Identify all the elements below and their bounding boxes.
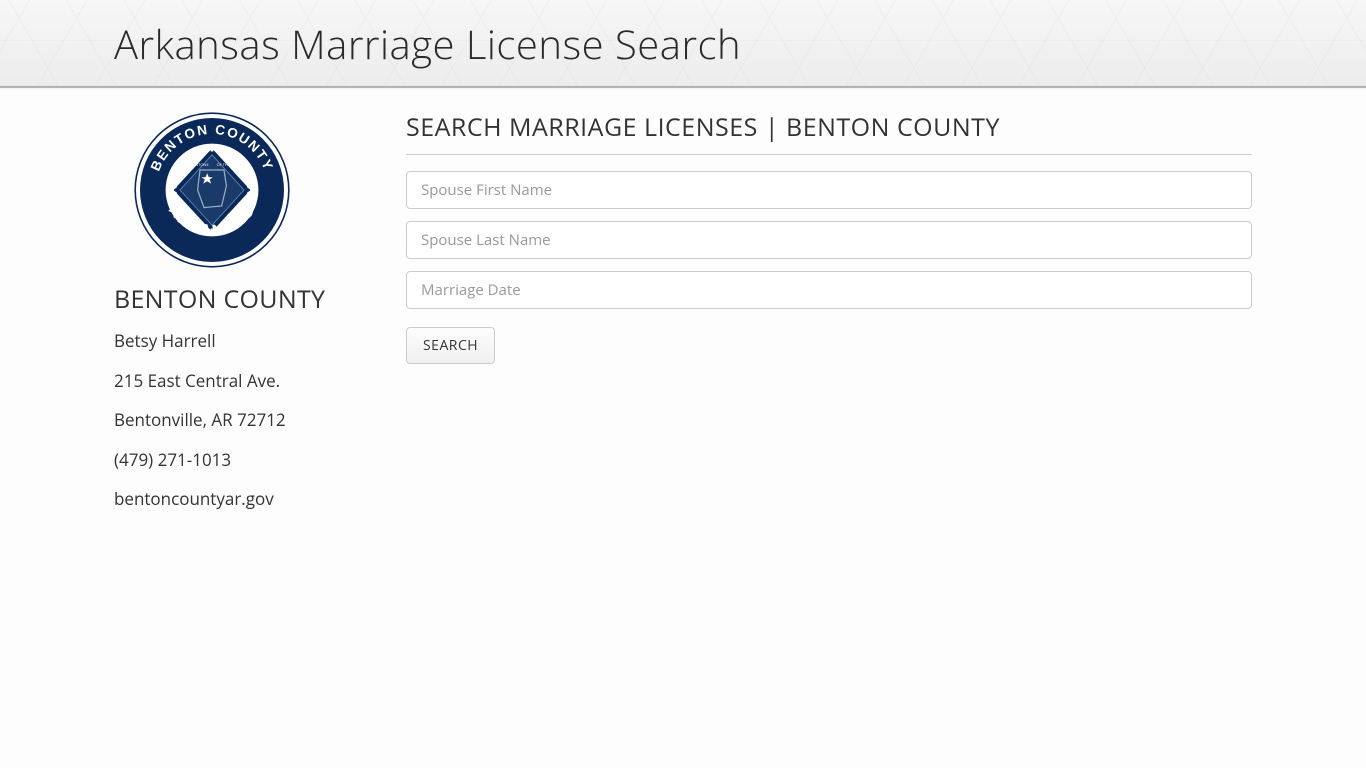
spouse-last-name-input[interactable] bbox=[406, 221, 1252, 259]
marriage-date-input[interactable] bbox=[406, 271, 1252, 309]
svg-text:1836: 1836 bbox=[227, 213, 238, 219]
website-link[interactable]: bentoncountyar.gov bbox=[114, 486, 382, 512]
address-line-1: 215 East Central Ave. bbox=[114, 368, 382, 394]
svg-text:OF THE STATE: OF THE STATE bbox=[217, 163, 243, 168]
content-wrap: BENTON COUNTY ARKANSAS CORNERSTONE OF TH… bbox=[0, 88, 1366, 526]
address-line-2: Bentonville, AR 72712 bbox=[114, 407, 382, 433]
clerk-name: Betsy Harrell bbox=[114, 328, 382, 354]
main-content: SEARCH MARRIAGE LICENSES | BENTON COUNTY… bbox=[406, 110, 1252, 526]
page-title: Arkansas Marriage License Search bbox=[114, 16, 741, 71]
county-name-heading: BENTON COUNTY bbox=[114, 282, 382, 316]
svg-text:CORNERSTONE: CORNERSTONE bbox=[180, 163, 209, 168]
sidebar: BENTON COUNTY ARKANSAS CORNERSTONE OF TH… bbox=[114, 110, 382, 526]
search-heading: SEARCH MARRIAGE LICENSES | BENTON COUNTY bbox=[406, 110, 1252, 155]
svg-text:EST.: EST. bbox=[187, 213, 196, 219]
search-button[interactable]: SEARCH bbox=[406, 327, 495, 364]
county-seal-icon: BENTON COUNTY ARKANSAS CORNERSTONE OF TH… bbox=[120, 110, 304, 270]
spouse-first-name-input[interactable] bbox=[406, 171, 1252, 209]
phone-number: (479) 271-1013 bbox=[114, 447, 382, 473]
seal-svg-icon: BENTON COUNTY ARKANSAS CORNERSTONE OF TH… bbox=[132, 110, 292, 270]
header-banner: Arkansas Marriage License Search bbox=[0, 0, 1366, 88]
